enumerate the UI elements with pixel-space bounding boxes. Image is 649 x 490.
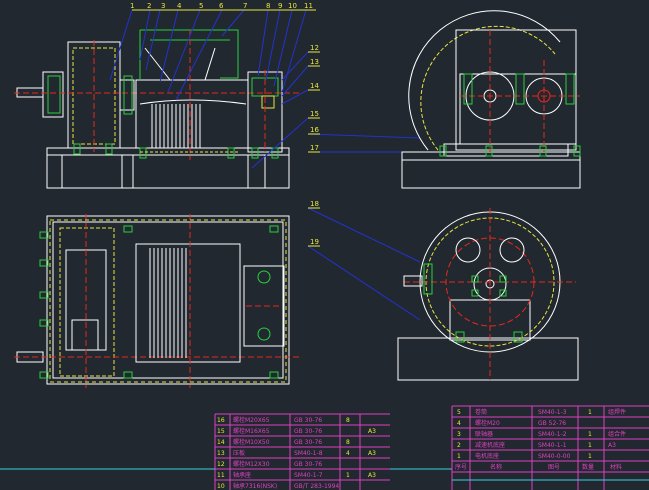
bom-row-code: SM40-1-3 bbox=[538, 409, 567, 416]
bom-header-code: 图号 bbox=[548, 464, 560, 471]
bom-row-qty: 4 bbox=[346, 450, 350, 457]
bom-row-qty: 1 bbox=[588, 453, 592, 460]
bom-row: 16 螺栓M20X65 GB 30-76 8 bbox=[217, 416, 350, 424]
bom-row-no: 5 bbox=[457, 409, 461, 416]
bom-row-mat: A3 bbox=[608, 442, 616, 449]
callout-numbers-top: 1 2 3 4 5 6 7 8 9 10 11 bbox=[130, 2, 313, 10]
bom-left-rows: 16 螺栓M20X65 GB 30-76 8 15 螺栓M16X65 GB 30… bbox=[217, 416, 376, 490]
callout-4: 4 bbox=[177, 2, 182, 10]
side-view bbox=[401, 10, 581, 189]
bom-row-no: 10 bbox=[217, 483, 225, 490]
callout-9: 9 bbox=[278, 2, 282, 10]
bom-row-name: 减速机底座 bbox=[475, 441, 505, 449]
callout-13: 13 bbox=[310, 58, 319, 66]
bom-header-no: 序号 bbox=[455, 463, 467, 471]
bom-header-mat: 材料 bbox=[610, 463, 622, 471]
cad-drawing: 1 2 3 4 5 6 7 8 9 10 11 12 13 14 15 16 1… bbox=[0, 2, 649, 490]
bom-row-code: SM40-1-7 bbox=[294, 472, 323, 479]
bom-row: 14 螺栓M10X50 GB 30-76 8 bbox=[217, 438, 350, 446]
bom-row-name: 螺栓M12X30 bbox=[233, 460, 270, 468]
bom-row-no: 15 bbox=[217, 428, 225, 435]
bom-row: 10 轴承7316(NSK) GB/T 283-1994 bbox=[217, 482, 339, 490]
bom-row-qty: 1 bbox=[588, 442, 592, 449]
bom-row-no: 13 bbox=[217, 450, 225, 457]
bom-row-code: GB 52-76 bbox=[538, 420, 566, 427]
bom-row-no: 4 bbox=[457, 420, 461, 427]
bom-row: 5 卷筒 SM40-1-3 1 组焊件 bbox=[457, 408, 626, 416]
bom-row-name: 轴承7316(NSK) bbox=[233, 482, 277, 490]
bom-row: 12 螺栓M12X30 GB 30-76 bbox=[217, 460, 322, 468]
callout-14: 14 bbox=[310, 82, 319, 90]
bom-row-name: 螺栓M20 bbox=[475, 419, 500, 427]
bom-row-code: GB 30-76 bbox=[294, 461, 322, 468]
bom-row-mat: A3 bbox=[368, 450, 376, 457]
bom-row-name: 卷筒 bbox=[475, 408, 487, 416]
bom-row: 4 螺栓M20 GB 52-76 bbox=[457, 419, 566, 427]
bom-row-mat: A3 bbox=[368, 428, 376, 435]
bom-row-name: 电机底座 bbox=[475, 452, 499, 460]
drum-grooves bbox=[151, 104, 201, 148]
bom-row-code: SM40-0-00 bbox=[538, 453, 571, 460]
bom-row-name: 轴承座 bbox=[233, 471, 251, 479]
callout-10: 10 bbox=[288, 2, 297, 10]
plan-view bbox=[14, 214, 300, 388]
callout-16: 16 bbox=[310, 126, 319, 134]
bom-row-code: GB/T 283-1994 bbox=[294, 483, 339, 490]
callout-2: 2 bbox=[147, 2, 151, 10]
callout-6: 6 bbox=[219, 2, 224, 10]
bom-row-no: 12 bbox=[217, 461, 225, 468]
bom-header-name: 名称 bbox=[490, 463, 502, 471]
bom-row-code: SM40-1-8 bbox=[294, 450, 323, 457]
bom-row: 2 减速机底座 SM40-1-1 1 A3 bbox=[457, 441, 616, 449]
callout-17: 17 bbox=[310, 144, 319, 152]
bom-row-name: 螺栓M16X65 bbox=[233, 427, 270, 435]
bom-row-name: 螺栓M20X65 bbox=[233, 416, 270, 424]
front-elevation-view bbox=[14, 29, 300, 189]
callout-18: 18 bbox=[310, 200, 319, 208]
bom-row: 11 轴承座 SM40-1-7 1 A3 bbox=[217, 471, 376, 479]
bom-row-code: GB 30-76 bbox=[294, 417, 322, 424]
callout-5: 5 bbox=[199, 2, 203, 10]
bom-row-code: SM40-1-1 bbox=[538, 442, 567, 449]
callout-numbers-side: 12 13 14 15 16 17 18 19 bbox=[310, 44, 319, 246]
bom-row-no: 11 bbox=[217, 472, 225, 479]
bom-row-name: 联轴器 bbox=[475, 430, 493, 438]
bom-row-qty: 8 bbox=[346, 417, 350, 424]
bom-row-mat: 组焊件 bbox=[608, 408, 626, 416]
bom-row-no: 1 bbox=[457, 453, 461, 460]
callout-1: 1 bbox=[130, 2, 134, 10]
callout-11: 11 bbox=[304, 2, 313, 10]
bom-row-code: GB 30-76 bbox=[294, 439, 322, 446]
bom-header-qty: 数量 bbox=[582, 463, 594, 471]
bom-row-no: 2 bbox=[457, 442, 461, 449]
callout-15: 15 bbox=[310, 110, 319, 118]
callout-8: 8 bbox=[266, 2, 270, 10]
bom-header-row: 序号 名称 图号 数量 材料 bbox=[455, 463, 622, 471]
drum-grooves-plan bbox=[149, 248, 187, 358]
section-view bbox=[397, 208, 579, 381]
bom-row-qty: 1 bbox=[588, 409, 592, 416]
bom-row-name: 压板 bbox=[233, 449, 245, 457]
bom-row: 3 联轴器 SM40-1-2 1 组合件 bbox=[457, 430, 626, 438]
callout-19: 19 bbox=[310, 238, 319, 246]
bom-row: 1 电机底座 SM40-0-00 1 bbox=[457, 452, 592, 460]
bom-row: 15 螺栓M16X65 GB 30-76 A3 bbox=[217, 427, 376, 435]
bom-row-name: 螺栓M10X50 bbox=[233, 438, 270, 446]
bom-row: 13 压板 SM40-1-8 4 A3 bbox=[217, 449, 376, 457]
bom-row-no: 3 bbox=[457, 431, 461, 438]
callout-7: 7 bbox=[243, 2, 247, 10]
bom-row-no: 14 bbox=[217, 439, 225, 446]
bom-row-qty: 1 bbox=[588, 431, 592, 438]
bom-row-qty: 8 bbox=[346, 439, 350, 446]
bom-row-mat: A3 bbox=[368, 472, 376, 479]
bom-row-code: GB 30-76 bbox=[294, 428, 322, 435]
bom-row-no: 16 bbox=[217, 417, 225, 424]
callout-3: 3 bbox=[161, 2, 165, 10]
callout-12: 12 bbox=[310, 44, 319, 52]
bom-row-mat: 组合件 bbox=[608, 430, 626, 438]
bom-table-left bbox=[0, 413, 452, 490]
bom-row-qty: 1 bbox=[346, 472, 350, 479]
bom-row-code: SM40-1-2 bbox=[538, 431, 567, 438]
